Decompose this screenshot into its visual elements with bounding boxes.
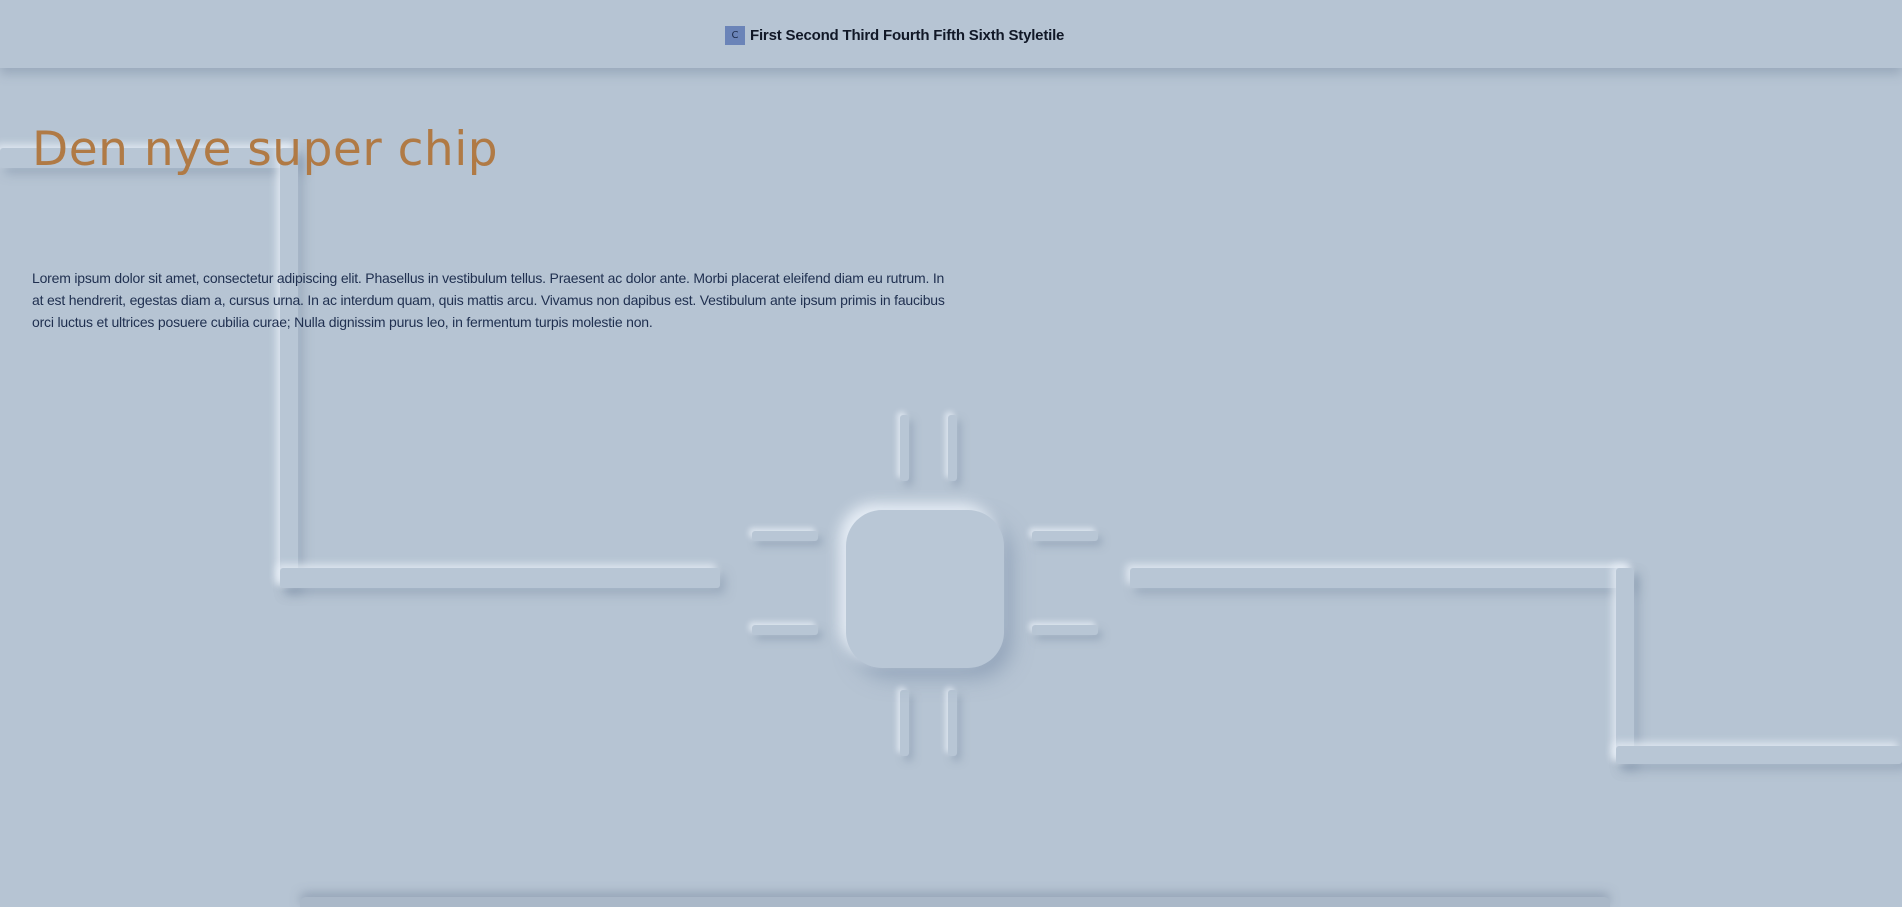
chip-pin-left-bottom xyxy=(752,625,818,635)
chip-pin-left-top xyxy=(752,531,818,541)
nav-item-fifth[interactable]: Fifth xyxy=(933,27,965,44)
trace-left-vertical xyxy=(280,148,298,588)
trace-right-vertical xyxy=(1616,568,1634,764)
main-nav: C First Second Third Fourth Fifth Sixth … xyxy=(725,25,1068,45)
trace-left-horizontal xyxy=(280,568,720,588)
chip-icon xyxy=(846,510,1004,668)
chip-pin-top-right xyxy=(948,415,957,481)
intro-paragraph: Lorem ipsum dolor sit amet, consectetur … xyxy=(32,270,945,330)
chip-pin-bottom-right xyxy=(948,690,957,756)
page-title: Den nye super chip xyxy=(32,122,499,177)
chip-pin-bottom-left xyxy=(900,690,909,756)
nav-item-fourth[interactable]: Fourth xyxy=(883,27,929,44)
site-header: C First Second Third Fourth Fifth Sixth … xyxy=(0,0,1902,68)
nav-item-third[interactable]: Third xyxy=(843,27,880,44)
trace-right-horizontal xyxy=(1130,568,1632,588)
bottom-panel-edge xyxy=(300,897,1610,907)
logo-icon[interactable]: C xyxy=(725,25,745,45)
trace-right-bottom xyxy=(1616,746,1902,764)
nav-item-styletile[interactable]: Styletile xyxy=(1008,27,1064,44)
chip-pin-right-bottom xyxy=(1032,625,1098,635)
nav-item-second[interactable]: Second xyxy=(786,27,839,44)
nav-item-sixth[interactable]: Sixth xyxy=(969,27,1005,44)
chip-pin-top-left xyxy=(900,415,909,481)
nav-item-first[interactable]: First xyxy=(750,27,782,44)
chip-pin-right-top xyxy=(1032,531,1098,541)
